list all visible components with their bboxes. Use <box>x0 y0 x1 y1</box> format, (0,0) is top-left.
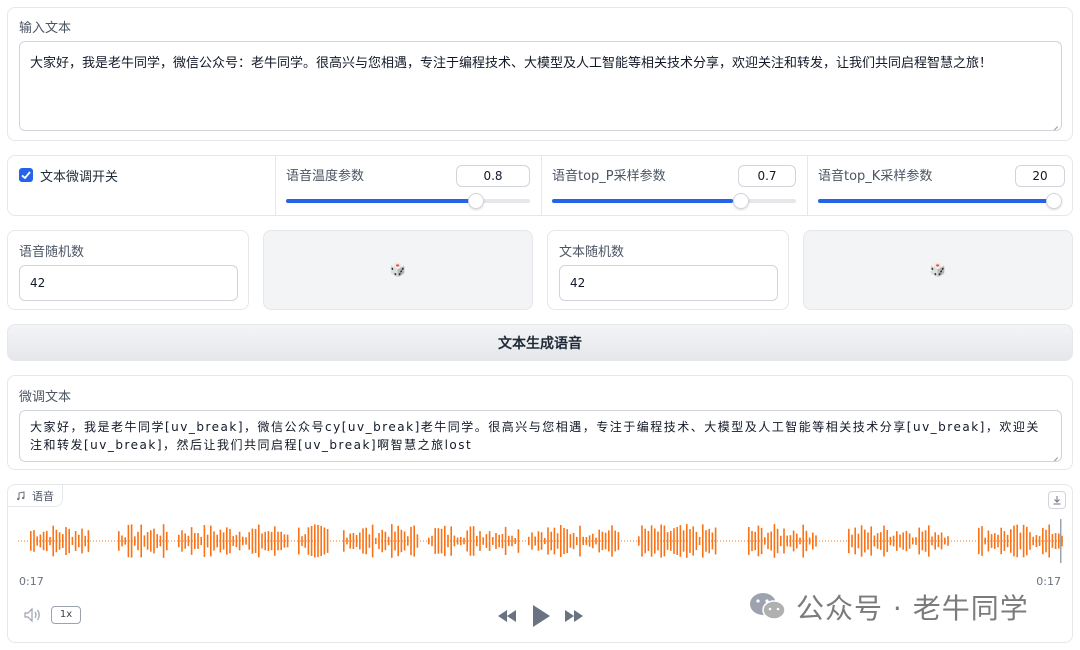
temperature-label: 语音温度参数 <box>286 169 365 184</box>
refine-toggle-label: 文本微调开关 <box>40 170 119 185</box>
dice-icon: 🎲 <box>389 262 407 278</box>
text-seed-input[interactable]: 42 <box>559 265 778 301</box>
top-p-slider[interactable] <box>552 193 796 209</box>
wechat-logo-icon <box>750 593 786 620</box>
audio-label: 语音 <box>32 489 54 503</box>
resize-handle-icon[interactable] <box>1050 450 1058 458</box>
temperature-slider[interactable] <box>286 193 530 209</box>
resize-handle-icon[interactable] <box>1050 119 1058 127</box>
top-p-number-input[interactable]: 0.7 <box>738 165 796 187</box>
top-p-label: 语音top_P采样参数 <box>552 169 666 184</box>
playback-speed-button[interactable]: 1x <box>51 606 81 624</box>
temperature-number-input[interactable]: 0.8 <box>456 165 530 187</box>
top-k-cell: 语音top_K采样参数 20 <box>808 156 1073 215</box>
audio-panel: 语音 0:17 0:17 1x 公众号 · 老牛同学 <box>7 484 1073 643</box>
dice-icon: 🎲 <box>929 262 947 278</box>
top-k-label: 语音top_K采样参数 <box>818 169 933 184</box>
refined-text-panel: 微调文本 大家好，我是老牛同学[uv_break]，微信公众号cy[uv_bre… <box>7 375 1073 470</box>
refine-toggle-cell: 文本微调开关 <box>8 156 275 215</box>
temperature-slider-thumb[interactable] <box>468 193 484 209</box>
audio-tag: 语音 <box>8 485 63 507</box>
check-icon <box>21 171 31 180</box>
input-text-panel: 输入文本 大家好，我是老牛同学，微信公众号：老牛同学。很高兴与您相遇，专注于编程… <box>7 7 1073 141</box>
top-k-number-input[interactable]: 20 <box>1015 165 1065 187</box>
play-icon[interactable] <box>531 604 551 628</box>
top-k-slider-thumb[interactable] <box>1046 193 1062 209</box>
input-text-label: 输入文本 <box>19 21 72 36</box>
audio-seed-input[interactable]: 42 <box>19 265 238 301</box>
refined-text-value: 大家好，我是老牛同学[uv_break]，微信公众号cy[uv_break]老牛… <box>30 420 1040 452</box>
top-p-slider-fill <box>552 199 733 203</box>
temperature-cell: 语音温度参数 0.8 <box>276 156 541 215</box>
audio-seed-panel: 语音随机数 42 <box>7 230 249 310</box>
generate-audio-button[interactable]: 文本生成语音 <box>7 324 1073 361</box>
download-icon <box>1053 496 1061 505</box>
params-panel: 文本微调开关 语音温度参数 0.8 语音top_P采样参数 0.7 语音top_… <box>7 155 1073 216</box>
audio-waveform[interactable] <box>18 511 1064 571</box>
watermark-text: 公众号 · 老牛同学 <box>796 592 1029 625</box>
download-button[interactable] <box>1048 491 1066 509</box>
audio-seed-dice-button[interactable]: 🎲 <box>263 230 533 310</box>
generate-audio-label: 文本生成语音 <box>498 335 582 352</box>
text-seed-label: 文本随机数 <box>559 245 625 260</box>
input-text-value: 大家好，我是老牛同学，微信公众号：老牛同学。很高兴与您相遇，专注于编程技术、大模… <box>30 56 993 71</box>
audio-seed-label: 语音随机数 <box>19 245 85 260</box>
refine-checkbox[interactable] <box>19 168 33 182</box>
temperature-slider-fill <box>286 199 476 203</box>
refined-text-label: 微调文本 <box>19 390 72 405</box>
total-time: 0:17 <box>1036 575 1061 588</box>
rewind-icon[interactable] <box>496 609 518 623</box>
top-p-slider-thumb[interactable] <box>733 193 749 209</box>
current-time: 0:17 <box>19 575 44 588</box>
fast-forward-icon[interactable] <box>563 609 585 623</box>
text-seed-panel: 文本随机数 42 <box>547 230 789 310</box>
top-k-slider-fill <box>818 199 1054 203</box>
watermark: 公众号 · 老牛同学 <box>748 587 1029 627</box>
text-seed-dice-button[interactable]: 🎲 <box>803 230 1073 310</box>
top-p-cell: 语音top_P采样参数 0.7 <box>542 156 807 215</box>
volume-icon[interactable] <box>23 607 43 623</box>
music-note-icon <box>17 490 25 500</box>
input-textarea[interactable]: 大家好，我是老牛同学，微信公众号：老牛同学。很高兴与您相遇，专注于编程技术、大模… <box>19 41 1062 131</box>
top-k-slider[interactable] <box>818 193 1062 209</box>
refined-textarea[interactable]: 大家好，我是老牛同学[uv_break]，微信公众号cy[uv_break]老牛… <box>19 410 1062 462</box>
